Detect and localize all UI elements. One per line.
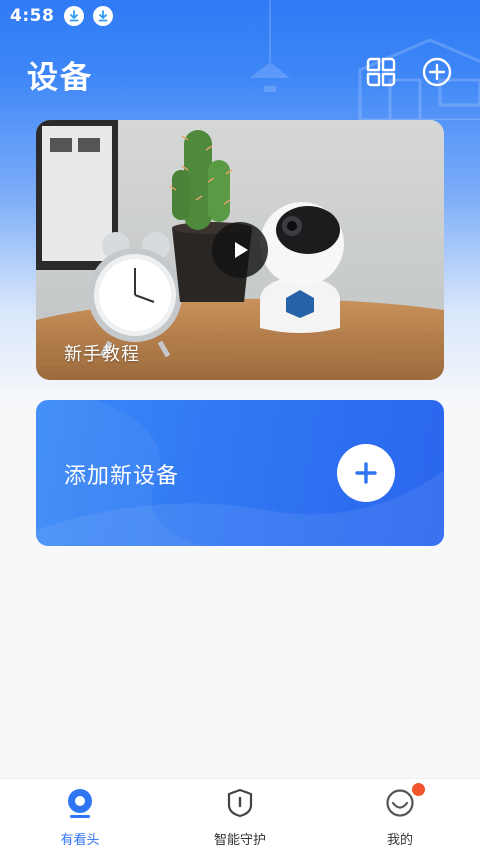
tutorial-label: 新手教程 xyxy=(64,344,140,365)
nav-label-smart-guard: 智能守护 xyxy=(213,833,266,848)
status-bar: 4:58 xyxy=(0,0,480,32)
nav-label-profile: 我的 xyxy=(386,833,413,848)
nav-item-profile[interactable]: 我的 xyxy=(320,779,480,854)
plus-icon xyxy=(355,462,377,484)
notification-dot xyxy=(412,783,425,796)
add-device-label: 添加新设备 xyxy=(64,464,180,489)
tutorial-video-card[interactable]: 新手教程 xyxy=(36,120,444,380)
add-device-header-button[interactable] xyxy=(420,55,454,89)
grid-view-icon xyxy=(366,57,396,87)
download-icon xyxy=(93,6,114,26)
nav-item-cameras[interactable]: 有看头 xyxy=(0,779,160,854)
status-time: 4:58 xyxy=(10,6,55,26)
shield-icon xyxy=(224,787,256,819)
add-circle-icon xyxy=(422,57,452,87)
add-device-card[interactable]: 添加新设备 xyxy=(36,400,444,546)
play-button[interactable] xyxy=(212,222,268,278)
download-icon xyxy=(64,6,85,26)
profile-icon xyxy=(384,787,416,819)
add-device-plus-button[interactable] xyxy=(337,444,395,502)
nav-item-smart-guard[interactable]: 智能守护 xyxy=(160,779,320,854)
bottom-navigation: 有看头 智能守护 我的 xyxy=(0,778,480,854)
play-icon xyxy=(235,242,248,258)
page-title: 设备 xyxy=(27,60,93,96)
camera-eye-icon xyxy=(64,787,96,819)
nav-label-cameras: 有看头 xyxy=(60,833,100,848)
grid-view-button[interactable] xyxy=(364,55,398,89)
